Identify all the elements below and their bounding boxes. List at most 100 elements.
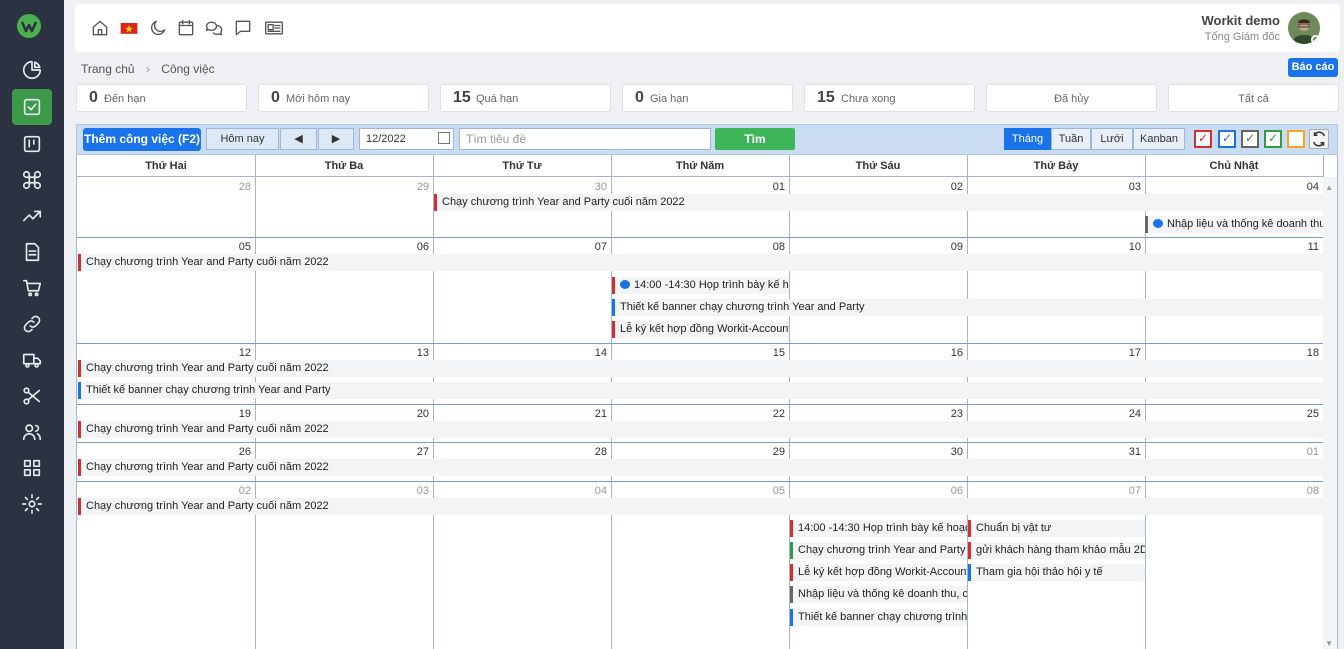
view-week-tab[interactable]: Tuần — [1051, 128, 1091, 150]
calendar-event[interactable]: Chạy chương trình Year and Party cuối nă… — [78, 459, 1323, 476]
day-number[interactable]: 03 — [399, 485, 429, 497]
find-button[interactable]: Tìm — [715, 128, 795, 150]
news-icon[interactable] — [264, 18, 284, 38]
day-number[interactable]: 06 — [933, 485, 963, 497]
view-kanban-tab[interactable]: Kanban — [1133, 128, 1185, 150]
day-number[interactable]: 07 — [1111, 485, 1141, 497]
calendar-event[interactable]: Lễ ký kết hợp đồng Workit-Account và — [612, 321, 789, 338]
calendar-event[interactable]: Thiết kế banner chạy chương trình Year a… — [612, 299, 1323, 316]
stat-all[interactable]: Tất cả — [1168, 84, 1339, 112]
calendar-event[interactable]: gửi khách hàng tham khảo mẫu 2D và — [968, 542, 1145, 559]
day-number[interactable]: 15 — [755, 347, 785, 359]
settings-gear-icon[interactable] — [12, 486, 52, 522]
users-icon[interactable] — [12, 414, 52, 450]
home-icon[interactable] — [90, 18, 110, 38]
today-button[interactable]: Hôm nay — [206, 128, 279, 150]
day-number[interactable]: 23 — [933, 408, 963, 420]
breadcrumb-home[interactable]: Trang chủ — [81, 62, 135, 76]
moon-icon[interactable] — [148, 18, 168, 38]
day-number[interactable]: 04 — [1289, 181, 1319, 193]
scroll-up-arrow-icon[interactable]: ▲ — [1325, 183, 1333, 192]
stat-unfinished[interactable]: 15 Chưa xong — [804, 84, 975, 112]
day-number[interactable]: 12 — [221, 347, 251, 359]
cart-icon[interactable] — [12, 270, 52, 306]
day-number[interactable]: 25 — [1289, 408, 1319, 420]
stat-extended[interactable]: 0 Gia hạn — [622, 84, 793, 112]
calendar-event[interactable]: Chạy chương trình Year and Party cuối nă… — [78, 254, 1323, 271]
calendar-scrollbar[interactable] — [1323, 177, 1337, 649]
day-number[interactable]: 24 — [1111, 408, 1141, 420]
day-number[interactable]: 21 — [577, 408, 607, 420]
scissors-icon[interactable] — [12, 378, 52, 414]
day-number[interactable]: 27 — [399, 446, 429, 458]
day-number[interactable]: 26 — [221, 446, 251, 458]
calendar-event[interactable]: 14:00 -14:30 Họp trình bày kế hoạch tá — [790, 520, 967, 537]
day-number[interactable]: 13 — [399, 347, 429, 359]
day-number[interactable]: 29 — [755, 446, 785, 458]
day-number[interactable]: 07 — [577, 241, 607, 253]
calendar-event[interactable]: Thiết kế banner chạy chương trình Yea — [790, 609, 967, 626]
calendar-picker-icon[interactable] — [438, 132, 450, 144]
calendar-event[interactable]: Nhập liệu và thống kê doanh thu, chi p — [790, 586, 967, 603]
day-number[interactable]: 14 — [577, 347, 607, 359]
day-number[interactable]: 08 — [755, 241, 785, 253]
link-icon[interactable] — [12, 306, 52, 342]
report-button[interactable]: Báo cáo — [1288, 58, 1338, 77]
kanban-board-icon[interactable] — [12, 126, 52, 162]
day-number[interactable]: 19 — [221, 408, 251, 420]
day-number[interactable]: 16 — [933, 347, 963, 359]
calendar-event[interactable]: Tham gia hội thảo hội y tế — [968, 564, 1145, 581]
calendar-event[interactable]: Chuẩn bị vật tư — [968, 520, 1145, 537]
day-number[interactable]: 22 — [755, 408, 785, 420]
calendar-event[interactable]: Chạy chương trình Year and Party cuối nă… — [78, 421, 1323, 438]
user-name[interactable]: Workit demo — [1202, 13, 1281, 28]
calendar-event[interactable]: Thiết kế banner chạy chương trình Year a… — [78, 382, 1323, 399]
refresh-icon[interactable] — [1309, 129, 1329, 149]
prev-button[interactable]: ◀ — [280, 128, 317, 150]
day-number[interactable]: 06 — [399, 241, 429, 253]
day-number[interactable]: 02 — [933, 181, 963, 193]
view-month-tab[interactable]: Tháng — [1004, 128, 1051, 150]
day-number[interactable]: 04 — [577, 485, 607, 497]
calendar-event[interactable]: Lễ ký kết hợp đồng Workit-Account và — [790, 564, 967, 581]
day-number[interactable]: 31 — [1111, 446, 1141, 458]
stat-overdue[interactable]: 15 Quá hạn — [440, 84, 611, 112]
calendar-event[interactable]: Chạy chương trình Year and Party cuối nă… — [434, 194, 1323, 211]
day-number[interactable]: 09 — [933, 241, 963, 253]
day-number[interactable]: 08 — [1289, 485, 1319, 497]
filter-red-checkbox[interactable]: ✓ — [1194, 130, 1212, 148]
day-number[interactable]: 10 — [1111, 241, 1141, 253]
day-number[interactable]: 11 — [1289, 241, 1319, 253]
scroll-down-arrow-icon[interactable]: ▼ — [1325, 639, 1333, 648]
stat-cancelled[interactable]: Đã hủy — [986, 84, 1157, 112]
next-button[interactable]: ▶ — [318, 128, 354, 150]
day-number[interactable]: 03 — [1111, 181, 1141, 193]
day-number[interactable]: 28 — [221, 181, 251, 193]
avatar[interactable] — [1288, 12, 1320, 44]
stat-new-today[interactable]: 0 Mới hôm nay — [258, 84, 429, 112]
day-number[interactable]: 01 — [755, 181, 785, 193]
calendar-event[interactable]: Chạy chương trình Year and Party cuối nă… — [78, 498, 1323, 515]
dashboard-icon[interactable] — [12, 52, 52, 88]
day-number[interactable]: 30 — [933, 446, 963, 458]
search-title-input[interactable]: Tìm tiêu đề — [459, 128, 711, 150]
stat-due[interactable]: 0 Đến hạn — [76, 84, 247, 112]
add-task-button[interactable]: Thêm công việc (F2) — [83, 128, 201, 151]
calendar-event[interactable]: 14:00 -14:30 Họp trình bày kế hoạc — [612, 277, 789, 294]
message-icon[interactable] — [233, 18, 253, 38]
day-number[interactable]: 01 — [1289, 446, 1319, 458]
document-icon[interactable] — [12, 234, 52, 270]
calendar-event[interactable]: Chạy chương trình Year and Party cuối — [790, 542, 967, 559]
day-number[interactable]: 05 — [755, 485, 785, 497]
vietnam-flag-icon[interactable] — [119, 18, 139, 38]
filter-gray-checkbox[interactable]: ✓ — [1241, 130, 1259, 148]
calendar-event[interactable]: Nhập liệu và thống kê doanh thu, ch — [1145, 216, 1323, 233]
truck-icon[interactable] — [12, 342, 52, 378]
filter-blue-checkbox[interactable]: ✓ — [1218, 130, 1236, 148]
day-number[interactable]: 20 — [399, 408, 429, 420]
apps-grid-icon[interactable] — [12, 450, 52, 486]
day-number[interactable]: 18 — [1289, 347, 1319, 359]
view-grid-tab[interactable]: Lưới — [1091, 128, 1133, 150]
filter-orange-checkbox[interactable] — [1287, 130, 1305, 148]
day-number[interactable]: 30 — [577, 181, 607, 193]
